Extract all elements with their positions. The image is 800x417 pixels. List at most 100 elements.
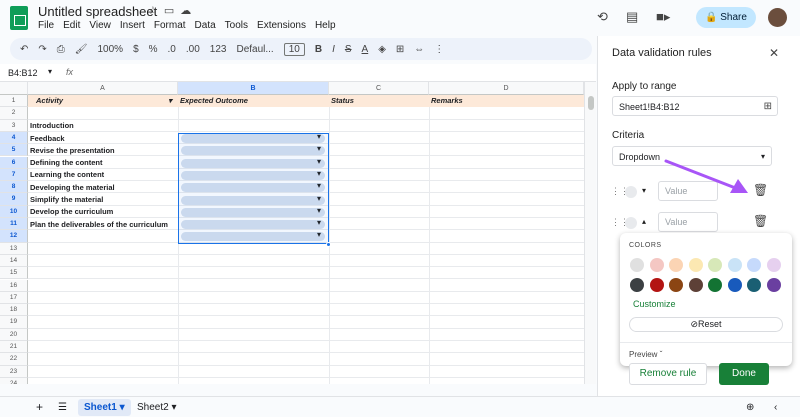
tab-sheet2[interactable]: Sheet2 ▾ xyxy=(131,399,183,416)
paint-format-icon[interactable]: 🖌 xyxy=(75,44,88,55)
color-swatch[interactable] xyxy=(688,258,703,272)
activity-cell[interactable]: Learning the content xyxy=(28,169,178,181)
row-header[interactable]: 4 xyxy=(0,131,28,145)
activity-cell[interactable]: Defining the content xyxy=(28,157,178,169)
italic-button[interactable]: I xyxy=(332,44,335,55)
document-title[interactable]: Untitled spreadsheet xyxy=(38,4,157,19)
color-swatch[interactable] xyxy=(669,258,683,272)
star-icon[interactable]: ☆ xyxy=(148,5,164,17)
zoom-select[interactable]: 100% xyxy=(97,44,123,55)
preview-toggle[interactable]: Preview ˇ xyxy=(629,350,662,359)
close-icon[interactable]: ✕ xyxy=(769,46,779,60)
currency-button[interactable]: $ xyxy=(133,44,139,55)
undo-icon[interactable]: ↶ xyxy=(20,44,28,55)
sheets-logo-icon[interactable] xyxy=(10,6,28,30)
row-header[interactable]: 5 xyxy=(0,144,28,157)
color-swatch[interactable] xyxy=(708,258,722,272)
vertical-scrollbar-thumb[interactable] xyxy=(588,96,594,110)
range-input[interactable]: Sheet1!B4:B12 ⊞ xyxy=(612,96,778,116)
column-header-b[interactable]: B xyxy=(178,82,329,95)
menu-data[interactable]: Data xyxy=(195,20,216,31)
grid-select-icon[interactable]: ⊞ xyxy=(764,97,772,117)
all-sheets-icon[interactable]: ☰ xyxy=(52,399,73,416)
color-swatch[interactable] xyxy=(708,278,722,292)
cell-a1[interactable]: Activity ▾ xyxy=(28,95,178,107)
avatar[interactable] xyxy=(768,8,787,27)
add-sheet-icon[interactable]: + xyxy=(30,399,49,416)
chevron-down-icon[interactable]: ▾ xyxy=(642,186,646,195)
done-button[interactable]: Done xyxy=(719,363,769,385)
row-header[interactable]: 24 xyxy=(0,377,28,384)
customize-link[interactable]: Customize xyxy=(633,299,676,309)
activity-cell[interactable]: Plan the deliverables of the curriculum xyxy=(28,219,178,231)
name-box-chevron-icon[interactable]: ▾ xyxy=(48,67,52,76)
font-size-input[interactable]: 10 xyxy=(283,42,305,56)
menu-format[interactable]: Format xyxy=(154,20,186,31)
tab-sheet1[interactable]: Sheet1 ▾ xyxy=(78,399,131,416)
row-header[interactable]: 12 xyxy=(0,230,28,243)
column-header-a[interactable]: A xyxy=(28,82,178,95)
comment-icon[interactable]: ▤ xyxy=(626,9,638,25)
row-header[interactable]: 16 xyxy=(0,279,28,292)
menu-tools[interactable]: Tools xyxy=(225,20,248,31)
cell-d1[interactable]: Remarks xyxy=(429,95,584,107)
row-header[interactable]: 6 xyxy=(0,156,28,169)
font-select[interactable]: Defaul... xyxy=(236,44,273,55)
print-icon[interactable]: ⎙ xyxy=(57,44,65,55)
row-header[interactable]: 2 xyxy=(0,107,28,120)
row-header[interactable]: 21 xyxy=(0,341,28,354)
cell-b1[interactable]: Expected Outcome xyxy=(178,95,329,107)
filter-chevron-icon[interactable]: ▾ xyxy=(168,95,172,107)
row-header[interactable]: 1 xyxy=(0,95,28,108)
remove-rule-button[interactable]: Remove rule xyxy=(629,363,707,385)
color-swatch[interactable] xyxy=(649,278,664,292)
video-call-icon[interactable]: ■▸ xyxy=(656,9,670,25)
menu-edit[interactable]: Edit xyxy=(63,20,80,31)
folder-icon[interactable]: ▭ xyxy=(164,5,180,17)
cell-c1[interactable]: Status xyxy=(329,95,429,107)
row-header[interactable]: 11 xyxy=(0,218,28,231)
activity-cell[interactable]: Developing the material xyxy=(28,182,178,194)
value-input-2[interactable]: Value xyxy=(658,212,718,232)
row-header[interactable]: 3 xyxy=(0,119,28,132)
reset-button[interactable]: ⊘Reset xyxy=(629,317,783,332)
row-header[interactable]: 23 xyxy=(0,365,28,378)
row-header[interactable]: 8 xyxy=(0,181,28,194)
color-swatch[interactable] xyxy=(727,278,742,292)
history-icon[interactable]: ⟲ xyxy=(597,9,608,25)
borders-icon[interactable]: ⊞ xyxy=(396,44,404,55)
strike-button[interactable]: S xyxy=(345,44,352,55)
color-swatch[interactable] xyxy=(649,258,664,272)
row-header[interactable]: 14 xyxy=(0,254,28,268)
color-dot[interactable] xyxy=(625,186,637,198)
color-dot[interactable] xyxy=(625,217,637,229)
increase-decimal-button[interactable]: .00 xyxy=(186,44,200,55)
row-header[interactable]: 20 xyxy=(0,328,28,341)
vertical-scrollbar-track[interactable] xyxy=(584,82,596,384)
menu-extensions[interactable]: Extensions xyxy=(257,20,306,31)
decrease-decimal-button[interactable]: .0 xyxy=(168,44,176,55)
color-swatch[interactable] xyxy=(727,258,742,272)
explore-icon[interactable]: ⊕ xyxy=(740,399,760,416)
activity-cell[interactable]: Revise the presentation xyxy=(28,145,178,157)
menu-help[interactable]: Help xyxy=(315,20,336,31)
delete-icon[interactable]: 🗑 xyxy=(753,214,768,228)
cloud-icon[interactable]: ☁ xyxy=(180,5,197,17)
row-header[interactable]: 17 xyxy=(0,291,28,305)
chevron-up-icon[interactable]: ▴ xyxy=(642,217,646,226)
color-swatch[interactable] xyxy=(747,278,761,292)
row-header[interactable]: 13 xyxy=(0,242,28,255)
color-swatch[interactable] xyxy=(766,278,781,292)
percent-button[interactable]: % xyxy=(149,44,158,55)
row-header[interactable]: 19 xyxy=(0,316,28,329)
more-icon[interactable]: ⋮ xyxy=(434,44,444,55)
menu-view[interactable]: View xyxy=(89,20,111,31)
row-header[interactable]: 7 xyxy=(0,168,28,182)
menu-file[interactable]: File xyxy=(38,20,54,31)
name-box[interactable]: B4:B12 xyxy=(8,68,38,78)
corner-cell[interactable] xyxy=(0,82,28,95)
share-button[interactable]: 🔒 Share xyxy=(696,7,756,28)
activity-cell[interactable]: Feedback xyxy=(28,133,178,145)
row-header[interactable]: 10 xyxy=(0,205,28,218)
number-format-button[interactable]: 123 xyxy=(210,44,227,55)
